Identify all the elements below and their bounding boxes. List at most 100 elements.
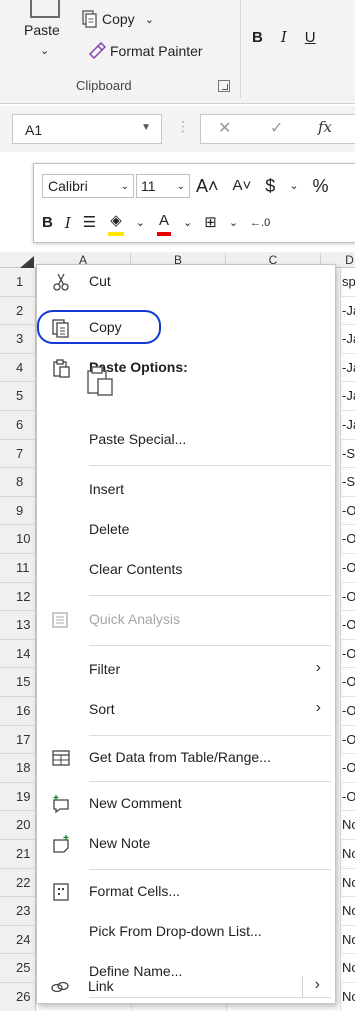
menu-item-link[interactable]: Link › [36,970,334,1004]
chevron-down-icon[interactable]: ⌄ [121,176,129,198]
cell-d[interactable]: -O [342,640,355,669]
row-header[interactable]: 18 [0,754,36,783]
row-header[interactable]: 19 [0,782,36,812]
row-header[interactable]: 7 [0,439,36,469]
bold-button[interactable]: B [42,212,53,234]
row-header[interactable]: 9 [0,496,36,526]
row-header[interactable]: 3 [0,325,36,354]
paste-button[interactable]: Paste ⌄ [20,0,72,72]
cell-d[interactable]: -Se [342,468,355,497]
row-header[interactable]: 1 [0,268,36,297]
row-header[interactable]: 23 [0,897,36,926]
cell-d[interactable]: -Ja [342,411,355,440]
select-all-icon[interactable] [20,256,34,268]
cell-d[interactable]: No [342,897,355,926]
row-header[interactable]: 12 [0,582,36,612]
cancel-icon[interactable]: ✕ [218,118,231,138]
font-name-select[interactable]: Calibri ⌄ [42,174,134,198]
menu-item-delete[interactable]: Delete [37,513,335,547]
menu-item-paste-special[interactable]: Paste Special... [37,423,335,457]
format-painter-button[interactable]: Format Painter [88,40,203,62]
row-header[interactable]: 21 [0,840,36,869]
chevron-down-icon[interactable]: ⌄ [40,44,49,57]
row-header[interactable]: 5 [0,382,36,411]
italic-button[interactable]: I [65,212,71,234]
row-header[interactable]: 11 [0,554,36,583]
paste-option-icon[interactable] [86,365,114,397]
increase-font-size-button[interactable]: A˄ [196,174,219,198]
align-center-icon[interactable]: ☰ [83,212,96,234]
cell-d[interactable]: -Ja [342,297,355,326]
row-header[interactable]: 24 [0,925,36,955]
cell-d[interactable]: -O [342,726,355,755]
increase-decimal-icon[interactable]: ←.0 [250,212,270,234]
chevron-down-icon[interactable]: ⌄ [229,212,238,234]
chevron-down-icon[interactable]: ⌄ [183,212,192,234]
menu-item-new-comment[interactable]: New Comment [37,787,335,821]
cell-d[interactable]: -O [342,668,355,697]
cell-d[interactable]: No [342,869,355,898]
chevron-down-icon[interactable]: ⌄ [145,13,154,26]
row-header[interactable]: 14 [0,639,36,669]
borders-icon[interactable]: ⊞ [204,212,217,234]
chevron-right-icon[interactable]: › [315,976,320,994]
name-box[interactable]: A1 ▼ [12,114,162,144]
menu-item-pick-from-list[interactable]: Pick From Drop-down List... [37,915,335,949]
row-header[interactable]: 10 [0,525,36,554]
row-header[interactable]: 17 [0,725,36,755]
cell-d[interactable]: -Ja [342,325,355,354]
row-header[interactable]: 2 [0,296,36,326]
cell-d[interactable]: -O [342,697,355,726]
cell-d[interactable]: -O [342,754,355,783]
chevron-down-icon[interactable]: ▼ [141,122,151,133]
font-size-select[interactable]: 11 ⌄ [136,174,190,198]
row-header[interactable]: 26 [0,983,36,1011]
column-header-d[interactable]: D [340,253,355,267]
cell-d[interactable]: No [342,926,355,955]
font-color-icon[interactable]: A [157,210,172,236]
menu-item-insert[interactable]: Insert [37,473,335,507]
dialog-launcher-icon[interactable] [218,80,230,92]
menu-item-filter[interactable]: Filter › [37,653,335,687]
cell-d[interactable]: sp [342,268,355,297]
row-header[interactable]: 6 [0,411,36,440]
fill-color-icon[interactable]: ◈ [108,210,124,236]
row-header[interactable]: 25 [0,954,36,983]
menu-item-new-note[interactable]: New Note [37,827,335,861]
cell-d[interactable]: No [342,954,355,983]
cell-d[interactable]: -Se [342,440,355,469]
cell-d[interactable]: No [342,811,355,840]
decrease-font-size-button[interactable]: A˅ [233,174,252,198]
row-header[interactable]: 15 [0,668,36,697]
insert-function-icon[interactable]: fx [318,118,332,136]
row-header[interactable]: 22 [0,868,36,898]
cell-d[interactable]: -Ja [342,382,355,411]
cell-d[interactable]: No [342,983,355,1011]
menu-item-format-cells[interactable]: Format Cells... [37,875,335,909]
row-header[interactable]: 8 [0,468,36,497]
cell-d[interactable]: No [342,840,355,869]
currency-button[interactable]: $ [265,174,275,198]
chevron-down-icon[interactable]: ⌄ [177,176,185,198]
cell-d[interactable]: -O [342,554,355,583]
check-icon[interactable]: ✓ [270,118,283,138]
chevron-down-icon[interactable]: ⌄ [136,212,145,234]
row-header[interactable]: 20 [0,811,36,840]
cell-d[interactable]: -O [342,525,355,554]
cell-d[interactable]: -O [342,611,355,640]
cell-d[interactable]: -O [342,583,355,612]
menu-item-get-data[interactable]: Get Data from Table/Range... [37,741,335,775]
row-header[interactable]: 16 [0,697,36,726]
cell-d[interactable]: -O [342,497,355,526]
percent-button[interactable]: % [313,174,329,198]
bold-button[interactable]: B [252,29,263,46]
row-header[interactable]: 13 [0,611,36,640]
copy-ribbon-button[interactable]: Copy ⌄ [82,8,154,30]
underline-button[interactable]: U [305,29,316,46]
cell-d[interactable]: -O [342,783,355,812]
cell-d[interactable]: -Ja [342,354,355,383]
menu-item-cut[interactable]: Cut [37,265,335,299]
chevron-down-icon[interactable]: ⌄ [289,174,298,198]
row-header[interactable]: 4 [0,353,36,383]
menu-item-sort[interactable]: Sort › [37,693,335,727]
